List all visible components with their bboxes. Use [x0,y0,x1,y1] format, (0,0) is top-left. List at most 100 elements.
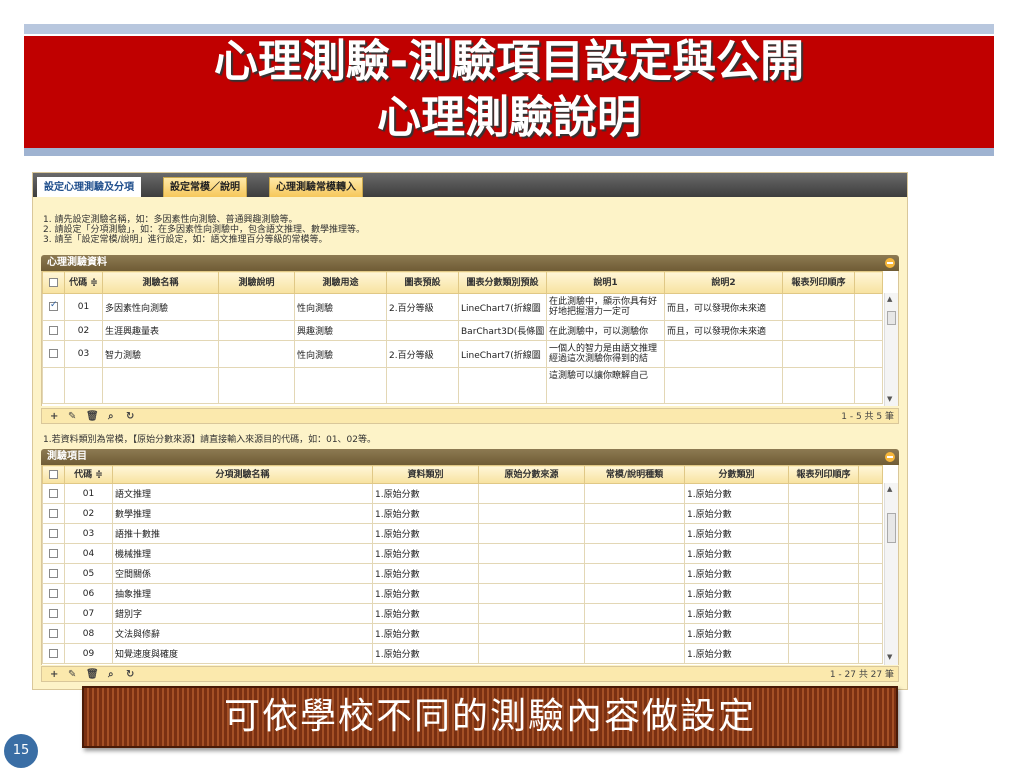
col-item-name[interactable]: 分項測驗名稱 [112,465,373,484]
test-data-scrollbar[interactable]: ▲ ▼ [884,293,898,406]
test-items-scrollbar[interactable]: ▲ ▼ [884,483,898,665]
cell-source [478,583,585,604]
col-test-desc[interactable]: 測驗說明 [218,271,295,294]
table-row[interactable]: 09 知覺速度與確度 1.原始分數 1.原始分數 [42,643,883,664]
scrollbar-thumb[interactable] [887,311,896,325]
cell-usage: 性向測驗 [294,340,387,368]
table-row[interactable]: 02 數學推理 1.原始分數 1.原始分數 [42,503,883,524]
collapse-icon[interactable] [885,258,895,268]
col-data-type[interactable]: 資料類別 [372,465,479,484]
refresh-icon[interactable]: ↻ [126,409,134,425]
delete-icon[interactable]: 🗑 [86,667,99,683]
search-icon[interactable]: ⌕ [108,667,114,683]
cell-chart-type: LineChart7(折線圖 [458,340,547,368]
cell-name: 數學推理 [112,503,373,524]
cell-source [478,543,585,564]
col-code[interactable]: 代碼 ≑ [64,465,113,484]
row-checkbox[interactable] [42,543,65,564]
cell-source [478,563,585,584]
cell-usage: 性向測驗 [294,293,387,321]
table-row[interactable]: 07 錯別字 1.原始分數 1.原始分數 [42,603,883,624]
cell-order [788,583,859,604]
cell-order [782,340,855,368]
row-checkbox[interactable] [42,483,65,504]
row-checkbox[interactable] [42,583,65,604]
tab-norm-import[interactable]: 心理測驗常模轉入 [269,177,363,197]
cell-code: 06 [64,583,113,604]
cell-note2: 而且，可以發現你未來適 [664,293,783,321]
col-print-order[interactable]: 報表列印順序 [782,271,855,294]
scrollbar-thumb[interactable] [887,513,896,543]
row-checkbox[interactable] [42,563,65,584]
cell-name: 錯別字 [112,603,373,624]
col-note1[interactable]: 說明1 [546,271,665,294]
col-test-name[interactable]: 測驗名稱 [102,271,219,294]
col-print-order[interactable]: 報表列印順序 [788,465,859,484]
test-items-toolbar: + ✎ 🗑 ⌕ ↻ 1 - 27 共 27 筆 [41,666,899,682]
row-checkbox[interactable] [42,293,65,321]
cell-note2 [664,340,783,368]
cell-chart-type: BarChart3D(長條圖 [458,320,547,341]
col-chart-default[interactable]: 圖表預設 [386,271,459,294]
table-row[interactable]: 03 智力測驗 性向測驗 2.百分等級 LineChart7(折線圖 一個人的智… [42,340,883,368]
row-checkbox[interactable] [42,523,65,544]
table-row[interactable]: 01 語文推理 1.原始分數 1.原始分數 [42,483,883,504]
col-norm-type[interactable]: 常模/說明種類 [584,465,685,484]
col-chart-score-type[interactable]: 圖表分數類別預設 [458,271,547,294]
edit-icon[interactable]: ✎ [68,409,76,425]
table-row[interactable]: 05 空間關係 1.原始分數 1.原始分數 [42,563,883,584]
caption-box: 可依學校不同的測驗內容做設定 [82,686,898,748]
cell-note1-extra: 這測驗可以讓你瞭解自己 [546,367,665,404]
cell-desc [218,320,295,341]
table-row[interactable]: 06 抽象推理 1.原始分數 1.原始分數 [42,583,883,604]
delete-icon[interactable]: 🗑 [86,409,99,425]
table-row[interactable]: 08 文法與修辭 1.原始分數 1.原始分數 [42,623,883,644]
pager-info: 1 - 5 共 5 筆 [841,412,894,422]
cell-chart-type: LineChart7(折線圖 [458,293,547,321]
cell-name: 機械推理 [112,543,373,564]
table-row[interactable]: 02 生涯興趣量表 興趣測驗 BarChart3D(長條圖 在此測驗中，可以測驗… [42,320,883,341]
row-checkbox[interactable] [42,320,65,341]
refresh-icon[interactable]: ↻ [126,667,134,683]
col-score-type[interactable]: 分數類別 [684,465,789,484]
cell-type: 1.原始分數 [372,583,479,604]
collapse-icon[interactable] [885,452,895,462]
cell-order [782,293,855,321]
row-checkbox[interactable] [42,623,65,644]
row-checkbox[interactable] [42,643,65,664]
cell-code: 02 [64,320,103,341]
table-row[interactable]: 04 機械推理 1.原始分數 1.原始分數 [42,543,883,564]
cell-type: 1.原始分數 [372,483,479,504]
table-row[interactable]: 01 多因素性向測驗 性向測驗 2.百分等級 LineChart7(折線圖 在此… [42,293,883,321]
add-icon[interactable]: + [50,667,58,683]
tab-test-settings[interactable]: 設定心理測驗及分項 [37,177,141,197]
cell-type: 1.原始分數 [372,503,479,524]
row-checkbox[interactable] [42,340,65,368]
test-data-grid: 代碼 ≑ 測驗名稱 測驗說明 測驗用途 圖表預設 圖表分數類別預設 說明1 說明… [41,271,899,406]
col-note2[interactable]: 說明2 [664,271,783,294]
cell-name: 語文推理 [112,483,373,504]
cell-note1: 一個人的智力是由語文推理經過這次測驗你得到的結 [546,340,665,368]
add-icon[interactable]: + [50,409,58,425]
col-code[interactable]: 代碼 ≑ [64,271,103,294]
table-row[interactable]: 這測驗可以讓你瞭解自己 [42,367,883,404]
select-all-checkbox[interactable] [42,271,65,294]
cell-score: 1.原始分數 [684,623,789,644]
cell-order [788,563,859,584]
search-icon[interactable]: ⌕ [108,409,114,425]
row-checkbox[interactable] [42,603,65,624]
tab-norm-settings[interactable]: 設定常模／說明 [163,177,247,197]
col-raw-source[interactable]: 原始分數來源 [478,465,585,484]
banner-bottom-strip [24,148,994,156]
cell-note1: 在此測驗中，可以測驗你 [546,320,665,341]
cell-type: 1.原始分數 [372,563,479,584]
cell-norm [584,643,685,664]
app-window: 設定心理測驗及分項 設定常模／說明 心理測驗常模轉入 1. 請先設定測驗名稱，如… [32,172,908,690]
row-checkbox[interactable] [42,503,65,524]
cell-name: 空間關係 [112,563,373,584]
edit-icon[interactable]: ✎ [68,667,76,683]
cell-order [788,643,859,664]
table-row[interactable]: 03 語推十數推 1.原始分數 1.原始分數 [42,523,883,544]
col-test-usage[interactable]: 測驗用途 [294,271,387,294]
select-all-checkbox[interactable] [42,465,65,484]
